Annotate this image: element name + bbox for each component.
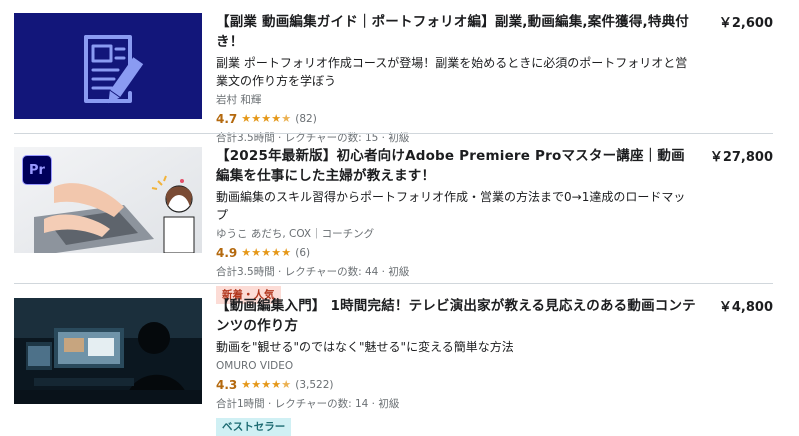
rating-value: 4.3 bbox=[216, 378, 238, 392]
course-instructor: 岩村 和輝 bbox=[216, 94, 262, 106]
course-price: ￥27,800 bbox=[709, 150, 773, 165]
star-icon: ★ bbox=[271, 378, 282, 391]
star-icon: ★ bbox=[261, 112, 272, 125]
course-info-3: 【動画編集入門】 1時間完結！テレビ演出家が教える見応えのある動画コンテンツの作… bbox=[216, 296, 696, 436]
star-rating: ★ ★ ★ ★ ★ bbox=[241, 379, 291, 391]
course-headline: 動画を"観せる"のではなく"魅せる"に変える簡単な方法 bbox=[216, 340, 514, 354]
rating-count: (3,522) bbox=[295, 379, 334, 391]
star-icon: ★ bbox=[241, 112, 252, 125]
star-rating: ★ ★ ★ ★ ★ bbox=[241, 247, 291, 259]
star-icon: ★ bbox=[241, 246, 252, 259]
star-icon: ★ bbox=[271, 112, 282, 125]
course-headline: 動画編集のスキル習得からポートフォリオ作成・営業の方法まで0→1達成のロードマッ… bbox=[216, 190, 686, 222]
course-price: ￥4,800 bbox=[718, 300, 773, 315]
star-icon: ★ bbox=[271, 246, 282, 259]
rating-count: (6) bbox=[295, 247, 311, 259]
rating-row: 4.3 ★ ★ ★ ★ ★ (3,522) bbox=[216, 377, 696, 393]
divider bbox=[14, 133, 773, 134]
rating-row: 4.7 ★ ★ ★ ★ ★ (82) bbox=[216, 111, 696, 127]
course-info-1: 【副業 動画編集ガイド｜ポートフォリオ編】副業,動画編集,案件獲得,特典付き！ … bbox=[216, 12, 696, 146]
rating-count: (82) bbox=[295, 113, 317, 125]
course-title[interactable]: 【2025年最新版】初心者向けAdobe Premiere Proマスター講座｜… bbox=[216, 146, 696, 186]
star-icon: ★ bbox=[251, 246, 262, 259]
course-price: ￥2,600 bbox=[718, 16, 773, 31]
course-image-editing-studio bbox=[14, 298, 202, 404]
course-thumbnail-1[interactable] bbox=[14, 13, 202, 119]
star-icon: ★ bbox=[251, 112, 262, 125]
course-instructor: OMURO VIDEO bbox=[216, 360, 294, 372]
star-icon: ★ bbox=[241, 378, 252, 391]
course-meta: 合計1時間 · レクチャーの数: 14 · 初級 bbox=[216, 398, 400, 410]
star-icon: ★ bbox=[281, 246, 292, 259]
star-icon: ★ bbox=[281, 378, 292, 391]
course-instructor: ゆうこ あだち, COX｜コーチング bbox=[216, 228, 375, 240]
star-icon: ★ bbox=[261, 378, 272, 391]
course-thumbnail-3[interactable] bbox=[14, 298, 202, 404]
star-icon: ★ bbox=[251, 378, 262, 391]
rating-value: 4.9 bbox=[216, 246, 238, 260]
rating-value: 4.7 bbox=[216, 112, 238, 126]
course-headline: 副業 ポートフォリオ作成コースが登場！副業を始めるときに必須のポートフォリオと営… bbox=[216, 56, 688, 88]
course-title[interactable]: 【副業 動画編集ガイド｜ポートフォリオ編】副業,動画編集,案件獲得,特典付き！ bbox=[216, 12, 696, 52]
star-icon: ★ bbox=[261, 246, 272, 259]
course-title[interactable]: 【動画編集入門】 1時間完結！テレビ演出家が教える見応えのある動画コンテンツの作… bbox=[216, 296, 696, 336]
course-list: 【副業 動画編集ガイド｜ポートフォリオ編】副業,動画編集,案件獲得,特典付き！ … bbox=[0, 0, 799, 436]
course-info-2: 【2025年最新版】初心者向けAdobe Premiere Proマスター講座｜… bbox=[216, 146, 696, 304]
document-edit-icon bbox=[14, 13, 202, 119]
rating-row: 4.9 ★ ★ ★ ★ ★ (6) bbox=[216, 245, 696, 261]
star-icon: ★ bbox=[281, 112, 292, 125]
star-rating: ★ ★ ★ ★ ★ bbox=[241, 113, 291, 125]
divider bbox=[14, 283, 773, 284]
course-thumbnail-2[interactable]: Pr bbox=[14, 147, 202, 253]
course-meta: 合計3.5時間 · レクチャーの数: 44 · 初級 bbox=[216, 266, 410, 278]
bestseller-badge: ベストセラー bbox=[216, 418, 292, 436]
premiere-pro-logo: Pr bbox=[22, 155, 52, 185]
